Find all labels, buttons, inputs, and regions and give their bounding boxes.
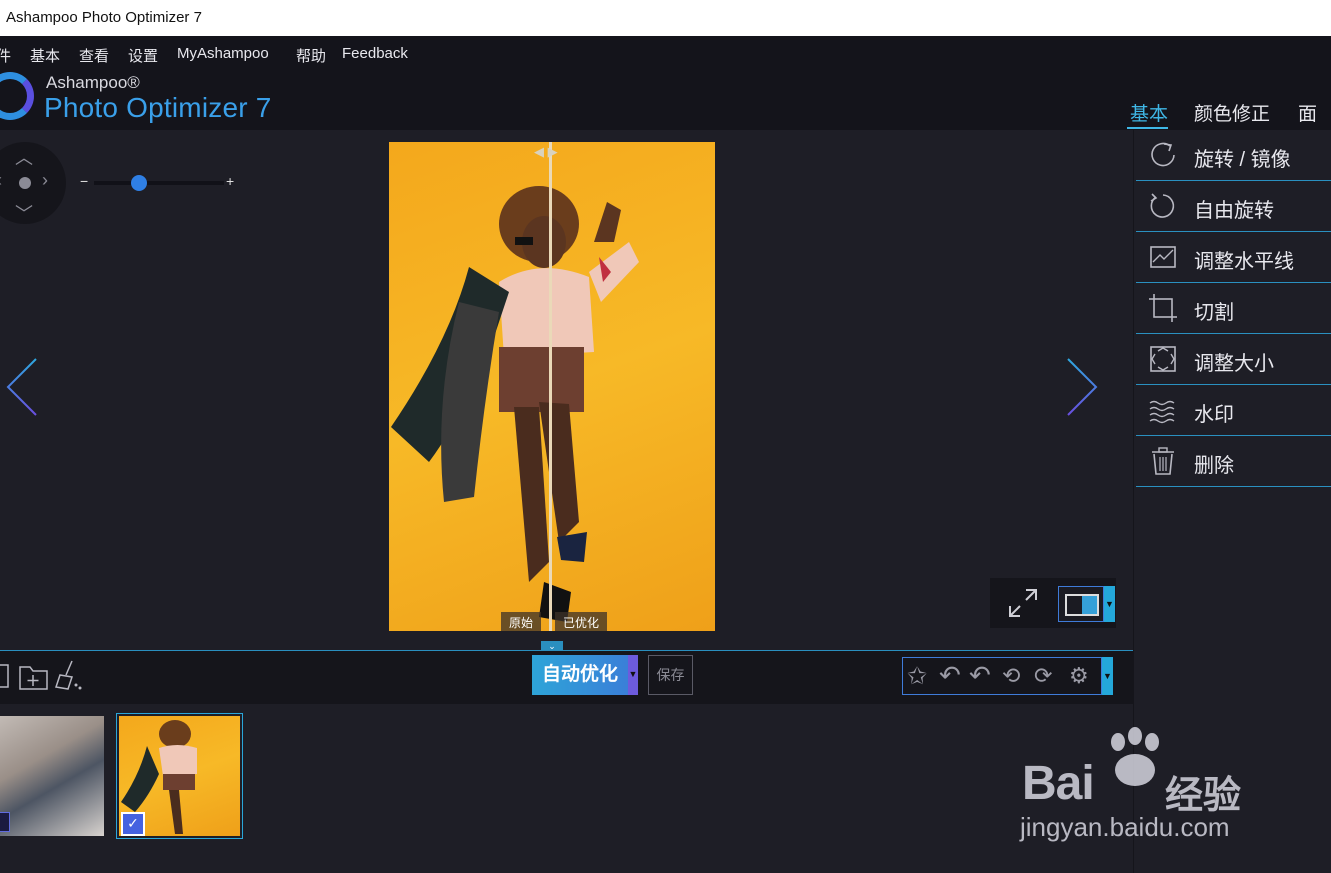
thumbnail-checked-icon[interactable]: ✓ — [121, 812, 145, 836]
tab-color-correction[interactable]: 颜色修正 — [1194, 99, 1270, 126]
compare-mode-button[interactable] — [1058, 586, 1104, 622]
menu-feedback[interactable]: Feedback — [342, 45, 408, 62]
logo-icon — [0, 72, 34, 120]
menu-file[interactable]: 件 — [0, 45, 11, 66]
auto-optimize-button[interactable]: 自动优化 — [532, 655, 628, 695]
window-title: Ashampoo Photo Optimizer 7 — [6, 9, 202, 26]
photo-subject — [391, 186, 639, 622]
panel-item-label: 旋转 / 镜像 — [1194, 149, 1291, 171]
thumbnail-notebooks[interactable] — [0, 716, 104, 836]
brand-title: Photo Optimizer 7 — [44, 92, 272, 123]
compare-split-line[interactable] — [549, 142, 552, 631]
zoom-slider-knob[interactable] — [131, 175, 147, 191]
panel-item-free-rotate[interactable]: 自由旋转 — [1136, 181, 1331, 232]
view-controls: ▼ — [990, 578, 1116, 628]
active-tab-indicator — [1127, 127, 1168, 129]
watermark-suffix: 经验 — [1165, 775, 1242, 817]
action-toolbar: ⌄ 自动优化 ▼ 保存 ✩ ↶ ↶ ⟲ ⟳ ⚙ ▼ — [0, 641, 1133, 704]
thumbnail-checkbox[interactable] — [0, 812, 10, 832]
watermark-brand: Bai — [1022, 757, 1095, 810]
undo-icon[interactable]: ↶ — [939, 660, 961, 691]
rotate-right-90-icon[interactable]: ⟳ — [1034, 663, 1052, 689]
tab-basic[interactable]: 基本 — [1130, 99, 1168, 126]
zoom-slider[interactable] — [94, 181, 224, 185]
panel-item-label: 水印 — [1194, 404, 1234, 426]
panel-item-label: 切割 — [1194, 302, 1234, 324]
undo-all-icon[interactable]: ↶ — [969, 660, 991, 691]
fullscreen-icon[interactable] — [1008, 588, 1038, 618]
trash-icon — [1152, 447, 1174, 475]
previous-image-icon[interactable] — [6, 358, 38, 416]
new-file-icon[interactable] — [0, 663, 10, 691]
add-folder-icon[interactable] — [18, 661, 50, 691]
edit-tools-dropdown[interactable]: ▼ — [1102, 657, 1113, 695]
settings-gear-icon[interactable]: ⚙ — [1069, 663, 1089, 689]
optimized-label: 已优化 — [555, 612, 608, 631]
auto-optimize-dropdown[interactable]: ▼ — [628, 655, 638, 695]
favorites-stars-icon[interactable]: ✩ — [907, 662, 927, 691]
resize-icon — [1150, 346, 1176, 372]
free-rotate-icon — [1150, 193, 1175, 218]
baidu-watermark: Bai 经验 jingyan.baidu.com — [1020, 726, 1320, 846]
panel-item-label: 自由旋转 — [1194, 200, 1274, 222]
title-bar: Ashampoo Photo Optimizer 7 — [0, 0, 1331, 36]
pan-control[interactable]: ︿ ﹀ ‹ › — [0, 142, 66, 224]
horizon-icon — [1150, 246, 1176, 268]
paw-icon — [1111, 727, 1159, 786]
pan-left-icon[interactable]: ‹ — [0, 170, 2, 191]
compare-mode-icon — [1065, 594, 1099, 616]
panel-item-label: 调整大小 — [1194, 353, 1274, 375]
menu-basic[interactable]: 基本 — [30, 45, 60, 66]
menu-view[interactable]: 查看 — [79, 45, 109, 66]
panel-item-crop[interactable]: 切割 — [1136, 283, 1331, 334]
panel-item-resize[interactable]: 调整大小 — [1136, 334, 1331, 385]
menu-settings[interactable]: 设置 — [128, 45, 158, 66]
rotate-mirror-icon — [1151, 142, 1175, 167]
edit-tools-group: ✩ ↶ ↶ ⟲ ⟳ ⚙ — [902, 657, 1102, 695]
menu-help[interactable]: 帮助 — [296, 45, 326, 66]
pan-up-icon[interactable]: ︿ — [15, 144, 33, 170]
menu-bar: 件 基本 查看 设置 MyAshampoo 帮助 Feedback — [0, 36, 1331, 70]
collapse-chevron-icon[interactable]: ⌄ — [541, 641, 563, 651]
watermark-url: jingyan.baidu.com — [1020, 812, 1230, 842]
clean-broom-icon[interactable] — [54, 659, 84, 691]
panel-item-rotate-mirror[interactable]: 旋转 / 镜像 — [1136, 130, 1331, 181]
save-button[interactable]: 保存 — [648, 655, 693, 695]
zoom-in-button[interactable]: + — [226, 173, 234, 189]
original-label: 原始 — [501, 612, 542, 631]
pan-center-icon[interactable] — [19, 177, 31, 189]
image-viewer: ︿ ﹀ ‹ › − + ◀ ▶ — [0, 130, 1133, 650]
compare-mode-dropdown[interactable]: ▼ — [1104, 586, 1115, 622]
main-photo[interactable]: ◀ ▶ 原始 已优化 — [389, 142, 715, 631]
panel-item-label: 删除 — [1194, 455, 1234, 477]
next-image-icon[interactable] — [1066, 358, 1098, 416]
panel-item-label: 调整水平线 — [1194, 251, 1294, 273]
panel-item-horizon[interactable]: 调整水平线 — [1136, 232, 1331, 283]
brand-small: Ashampoo® — [46, 73, 140, 92]
split-handle-icon[interactable]: ◀ ▶ — [534, 144, 558, 160]
watermark-icon — [1149, 400, 1175, 424]
pan-down-icon[interactable]: ﹀ — [15, 200, 33, 226]
crop-icon — [1149, 294, 1177, 322]
rotate-left-90-icon[interactable]: ⟲ — [1002, 663, 1020, 689]
thumbnail-strip: ✓ — [0, 704, 1133, 873]
pan-right-icon[interactable]: › — [42, 170, 48, 191]
app-header: Ashampoo® Photo Optimizer 7 基本 颜色修正 面部 — [0, 70, 1331, 152]
panel-item-delete[interactable]: 删除 — [1136, 436, 1331, 487]
zoom-out-button[interactable]: − — [80, 173, 88, 189]
menu-myashampoo[interactable]: MyAshampoo — [177, 45, 269, 62]
panel-item-watermark[interactable]: 水印 — [1136, 385, 1331, 436]
